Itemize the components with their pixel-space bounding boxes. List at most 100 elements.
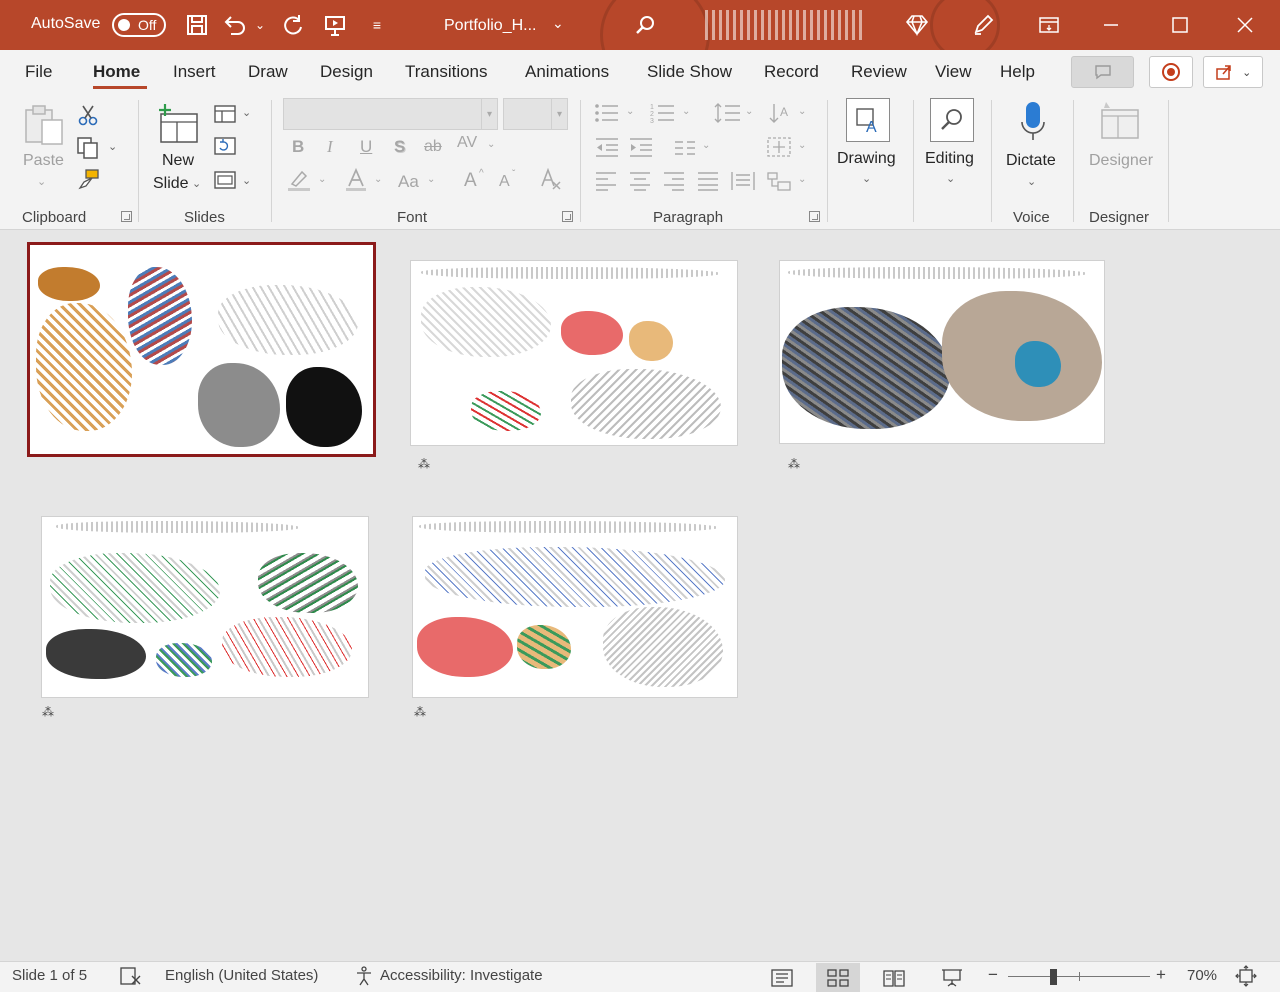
tab-home[interactable]: Home — [93, 62, 140, 82]
shrink-font-button[interactable]: A — [499, 173, 510, 191]
slide-sorter-view-icon[interactable] — [816, 963, 860, 992]
strikethrough-button[interactable]: ab — [424, 138, 442, 156]
tab-draw[interactable]: Draw — [248, 62, 288, 82]
title-dropdown-icon[interactable]: ⌄ — [552, 15, 564, 32]
clear-formatting-icon[interactable] — [538, 167, 564, 196]
zoom-level[interactable]: 70% — [1187, 967, 1217, 984]
designer-icon[interactable] — [1098, 100, 1144, 146]
slide-show-view-icon[interactable] — [930, 963, 974, 992]
tab-insert[interactable]: Insert — [173, 62, 216, 82]
text-direction-icon[interactable]: A — [768, 102, 794, 128]
change-case-dropdown-icon[interactable]: ⌄ — [427, 174, 435, 185]
line-spacing-icon[interactable] — [714, 102, 742, 128]
pen-icon[interactable] — [970, 12, 996, 38]
change-case-button[interactable]: Aa — [398, 172, 419, 192]
font-color-icon[interactable] — [344, 167, 368, 196]
minimize-icon[interactable] — [1080, 0, 1142, 50]
distributed-icon[interactable] — [730, 170, 756, 196]
increase-indent-icon[interactable] — [628, 136, 654, 162]
align-text-icon[interactable] — [766, 136, 792, 162]
font-color-dropdown-icon[interactable]: ⌄ — [374, 174, 382, 185]
slide-thumbnail-3[interactable] — [780, 261, 1104, 443]
ribbon-display-options-icon[interactable] — [1018, 0, 1080, 50]
new-slide-label-1[interactable]: New — [162, 152, 194, 170]
tab-slide-show[interactable]: Slide Show — [647, 62, 732, 82]
tab-transitions[interactable]: Transitions — [405, 62, 488, 82]
drawing-dropdown-icon[interactable]: ⌄ — [862, 172, 871, 185]
font-name-dropdown-icon[interactable]: ▾ — [481, 99, 497, 129]
document-title[interactable]: Portfolio_H... — [444, 17, 536, 35]
convert-smartart-icon[interactable] — [766, 170, 792, 196]
editing-icon[interactable] — [930, 98, 974, 142]
slide-thumbnail-2[interactable] — [411, 261, 737, 445]
align-center-icon[interactable] — [628, 170, 652, 196]
columns-dropdown-icon[interactable]: ⌄ — [702, 140, 710, 151]
font-size-dropdown-icon[interactable]: ▾ — [551, 99, 567, 129]
undo-icon[interactable] — [222, 12, 248, 38]
redo-icon[interactable] — [280, 12, 306, 38]
close-icon[interactable] — [1214, 0, 1276, 50]
premium-diamond-icon[interactable] — [904, 12, 930, 38]
slide-counter[interactable]: Slide 1 of 5 — [12, 967, 87, 984]
paste-label[interactable]: Paste — [23, 152, 64, 170]
fit-to-window-icon[interactable] — [1235, 965, 1257, 991]
spelling-check-icon[interactable] — [120, 966, 142, 990]
new-slide-dropdown-icon[interactable]: ⌄ — [192, 177, 201, 190]
section-icon[interactable] — [214, 170, 236, 194]
dictate-label[interactable]: Dictate — [1006, 152, 1056, 170]
microphone-icon[interactable] — [1018, 100, 1048, 148]
section-dropdown-icon[interactable]: ⌄ — [242, 174, 251, 187]
editing-dropdown-icon[interactable]: ⌄ — [946, 172, 955, 185]
dictate-dropdown-icon[interactable]: ⌄ — [1027, 175, 1036, 188]
line-spacing-dropdown-icon[interactable]: ⌄ — [745, 106, 753, 117]
font-size-combo[interactable]: ▾ — [503, 98, 568, 130]
font-name-combo[interactable]: ▾ — [283, 98, 498, 130]
bold-button[interactable]: B — [292, 137, 304, 157]
numbering-dropdown-icon[interactable]: ⌄ — [682, 106, 690, 117]
bullets-icon[interactable] — [594, 102, 620, 128]
search-icon[interactable] — [632, 12, 658, 38]
zoom-out-button[interactable]: − — [988, 965, 998, 985]
new-slide-label-2[interactable]: Slide — [153, 175, 189, 193]
autosave-toggle[interactable]: Off — [112, 13, 166, 37]
present-from-start-icon[interactable] — [322, 12, 348, 38]
smartart-dropdown-icon[interactable]: ⌄ — [798, 174, 806, 185]
paragraph-launcher-icon[interactable] — [809, 211, 820, 222]
align-left-icon[interactable] — [594, 170, 618, 196]
accessibility-icon[interactable] — [354, 966, 374, 990]
bullets-dropdown-icon[interactable]: ⌄ — [626, 106, 634, 117]
share-button[interactable]: ⌄ — [1203, 56, 1263, 88]
undo-dropdown-icon[interactable]: ⌄ — [252, 12, 268, 38]
zoom-slider-handle[interactable] — [1050, 969, 1057, 985]
format-painter-icon[interactable] — [76, 168, 102, 196]
layout-icon[interactable] — [214, 104, 236, 128]
normal-view-icon[interactable] — [760, 963, 804, 992]
editing-label[interactable]: Editing — [925, 150, 974, 168]
text-direction-dropdown-icon[interactable]: ⌄ — [798, 106, 806, 117]
justify-icon[interactable] — [696, 170, 720, 196]
highlight-icon[interactable] — [286, 168, 312, 196]
tab-view[interactable]: View — [935, 62, 972, 82]
copy-icon[interactable] — [76, 136, 102, 164]
numbering-icon[interactable]: 123 — [650, 102, 676, 128]
cut-icon[interactable] — [78, 104, 98, 130]
copy-dropdown-icon[interactable]: ⌄ — [108, 140, 117, 153]
decrease-indent-icon[interactable] — [594, 136, 620, 162]
text-shadow-button[interactable]: S — [394, 137, 405, 157]
underline-button[interactable]: U — [360, 137, 372, 157]
tab-design[interactable]: Design — [320, 62, 373, 82]
grow-font-button[interactable]: A — [464, 170, 477, 192]
comments-button[interactable] — [1071, 56, 1134, 88]
language-indicator[interactable]: English (United States) — [165, 967, 318, 984]
save-icon[interactable] — [184, 12, 210, 38]
maximize-icon[interactable] — [1149, 0, 1211, 50]
align-text-dropdown-icon[interactable]: ⌄ — [798, 140, 806, 151]
align-right-icon[interactable] — [662, 170, 686, 196]
slide-thumbnail-4[interactable] — [42, 517, 368, 697]
slide-thumbnail-1[interactable] — [30, 245, 373, 454]
clipboard-launcher-icon[interactable] — [121, 211, 132, 222]
paste-dropdown-icon[interactable]: ⌄ — [37, 175, 46, 188]
italic-button[interactable]: I — [327, 137, 333, 157]
customize-toolbar-icon[interactable]: ≡ — [364, 12, 390, 38]
new-slide-icon[interactable] — [155, 102, 201, 150]
